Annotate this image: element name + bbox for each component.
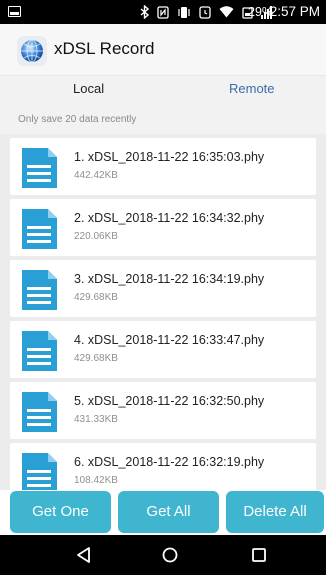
- image-icon: [8, 6, 21, 17]
- file-size: 442.42KB: [74, 170, 118, 181]
- home-icon[interactable]: [160, 545, 180, 565]
- file-name: 5. xDSL_2018-11-22 16:32:50.phy: [74, 394, 265, 408]
- nfc-icon: [157, 5, 169, 19]
- delete-all-button[interactable]: Delete All: [226, 491, 324, 533]
- file-size: 429.68KB: [74, 292, 118, 303]
- file-name: 6. xDSL_2018-11-22 16:32:19.phy: [74, 455, 265, 469]
- document-icon: [22, 331, 57, 371]
- status-bar: 29% 2:57 PM: [0, 0, 326, 24]
- list-item[interactable]: 1. xDSL_2018-11-22 16:35:03.phy 442.42KB: [10, 138, 316, 195]
- file-name: 3. xDSL_2018-11-22 16:34:19.phy: [74, 272, 265, 286]
- recents-icon[interactable]: [249, 545, 269, 565]
- save-hint-text: Only save 20 data recently: [18, 114, 137, 125]
- file-size: 431.33KB: [74, 414, 118, 425]
- list-item[interactable]: 4. xDSL_2018-11-22 16:33:47.phy 429.68KB: [10, 321, 316, 378]
- file-size: 108.42KB: [74, 475, 118, 486]
- list-item[interactable]: 6. xDSL_2018-11-22 16:32:19.phy 108.42KB: [10, 443, 316, 490]
- file-size: 220.06KB: [74, 231, 118, 242]
- wifi-icon: [219, 6, 234, 18]
- list-item[interactable]: 3. xDSL_2018-11-22 16:34:19.phy 429.68KB: [10, 260, 316, 317]
- document-icon: [22, 148, 57, 188]
- document-icon: [22, 453, 57, 490]
- list-item[interactable]: 2. xDSL_2018-11-22 16:34:32.phy 220.06KB: [10, 199, 316, 256]
- file-name: 4. xDSL_2018-11-22 16:33:47.phy: [74, 333, 265, 347]
- clock: 2:57 PM: [269, 4, 320, 19]
- app-bar: xDSL Record: [0, 24, 326, 76]
- file-name: 2. xDSL_2018-11-22 16:34:32.phy: [74, 211, 265, 225]
- alarm-icon: [199, 5, 211, 19]
- document-icon: [22, 270, 57, 310]
- save-hint: Only save 20 data recently: [0, 102, 326, 134]
- tab-local[interactable]: Local: [73, 81, 104, 96]
- app-title: xDSL Record: [54, 39, 155, 58]
- bluetooth-icon: [140, 5, 149, 19]
- file-size: 429.68KB: [74, 353, 118, 364]
- document-icon: [22, 209, 57, 249]
- tab-bar: Local Remote: [0, 76, 326, 102]
- tab-remote[interactable]: Remote: [229, 81, 275, 96]
- get-one-button[interactable]: Get One: [10, 491, 111, 533]
- navigation-bar: [0, 535, 326, 575]
- file-list[interactable]: 1. xDSL_2018-11-22 16:35:03.phy 442.42KB…: [0, 134, 326, 490]
- get-all-button[interactable]: Get All: [118, 491, 219, 533]
- vibrate-icon: [178, 6, 190, 18]
- file-name: 1. xDSL_2018-11-22 16:35:03.phy: [74, 150, 265, 164]
- list-item[interactable]: 5. xDSL_2018-11-22 16:32:50.phy 431.33KB: [10, 382, 316, 439]
- globe-logo-icon: [17, 36, 47, 66]
- document-icon: [22, 392, 57, 432]
- back-icon[interactable]: [74, 545, 94, 565]
